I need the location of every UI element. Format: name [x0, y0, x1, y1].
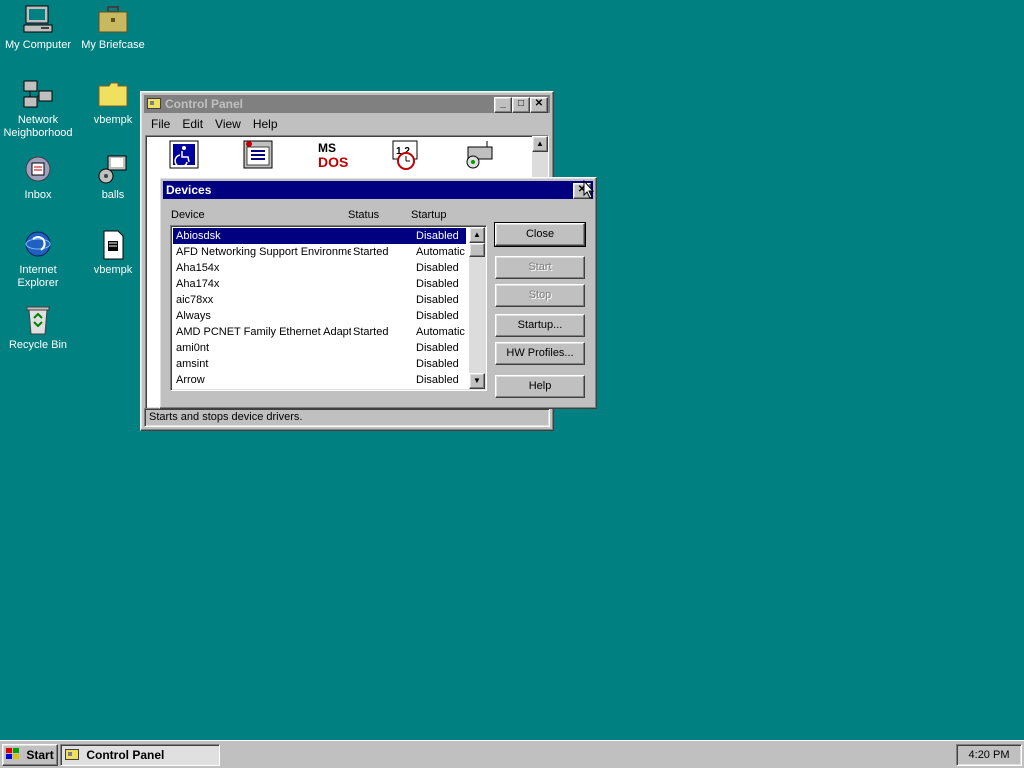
desktop-icon-my-computer[interactable]: My Computer	[0, 4, 76, 52]
list-item[interactable]: Aha154x Disabled	[173, 260, 466, 276]
startup-button[interactable]: Startup...	[495, 314, 585, 337]
list-item[interactable]: amsint Disabled	[173, 356, 466, 372]
menubar: File Edit View Help	[145, 115, 284, 133]
date-time-icon: 1 2	[389, 139, 423, 171]
desktop-icon-label: Recycle Bin	[8, 339, 68, 351]
help-button[interactable]: Help	[495, 375, 585, 398]
document-icon	[96, 229, 130, 261]
add-remove-icon	[241, 139, 275, 171]
desktop-icon-my-briefcase[interactable]: My Briefcase	[75, 4, 151, 52]
list-item[interactable]: ami0nt Disabled	[173, 340, 466, 356]
shortcut-icon	[96, 154, 130, 186]
devices-icon	[463, 139, 497, 171]
desktop-icon-label: Network Neighborhood	[3, 114, 73, 139]
stop-button[interactable]: Stop	[495, 284, 585, 307]
column-header-device[interactable]: Device	[171, 209, 205, 221]
start-button[interactable]: Start	[495, 256, 585, 279]
cp-item-accessibility[interactable]	[154, 139, 214, 171]
device-list[interactable]: Abiosdsk Disabled AFD Networking Support…	[170, 225, 487, 391]
list-item[interactable]: Arrow Disabled	[173, 372, 466, 388]
desktop-icon-label: Inbox	[24, 189, 52, 201]
desktop-icon-recycle-bin[interactable]: Recycle Bin	[0, 304, 76, 352]
control-panel-icon	[147, 97, 161, 112]
hw-profiles-button[interactable]: HW Profiles...	[495, 342, 585, 365]
network-icon	[21, 79, 55, 111]
maximize-button[interactable]: □	[512, 97, 530, 113]
scroll-up-button[interactable]: ▲	[469, 227, 485, 243]
taskbar-item-control-panel[interactable]: Control Panel	[60, 744, 220, 766]
accessibility-icon	[167, 139, 201, 171]
scroll-up-button[interactable]: ▲	[532, 136, 548, 152]
cp-item-add-remove[interactable]	[228, 139, 288, 171]
close-dialog-button[interactable]: Close	[494, 222, 586, 247]
msdos-console-icon: MS DOS	[315, 139, 349, 171]
column-header-status[interactable]: Status	[348, 209, 379, 221]
list-item[interactable]: Abiosdsk Disabled	[173, 228, 466, 244]
menu-edit[interactable]: Edit	[176, 115, 209, 133]
menu-file[interactable]: File	[145, 115, 176, 133]
scroll-thumb[interactable]	[469, 243, 485, 257]
svg-text:MS: MS	[318, 141, 336, 155]
menu-help[interactable]: Help	[247, 115, 284, 133]
system-tray-clock[interactable]: 4:20 PM	[956, 744, 1022, 766]
desktop: { "desktop": { "icons": [ {"label": "My …	[0, 0, 1024, 768]
minimize-button[interactable]: _	[494, 97, 512, 113]
close-button[interactable]: ✕	[530, 97, 548, 113]
control-panel-titlebar[interactable]: Control Panel _ □ ✕	[144, 95, 550, 113]
desktop-icon-inbox[interactable]: Inbox	[0, 154, 76, 202]
folder-icon	[96, 79, 130, 111]
taskbar: Start Control Panel 4:20 PM	[0, 740, 1024, 768]
desktop-icon-network-neighborhood[interactable]: Network Neighborhood	[0, 79, 76, 140]
internet-explorer-icon	[21, 229, 55, 261]
status-bar: Starts and stops device drivers.	[144, 408, 550, 427]
computer-icon	[21, 4, 55, 36]
list-item[interactable]: AMD PCNET Family Ethernet Adapte Started…	[173, 324, 466, 340]
cp-item-date-time[interactable]: 1 2	[376, 139, 436, 171]
cp-item-console[interactable]: MS DOS	[302, 139, 362, 171]
window-title: Control Panel	[165, 97, 244, 111]
recycle-bin-icon	[21, 304, 55, 336]
column-header-startup[interactable]: Startup	[411, 209, 446, 221]
list-item[interactable]: Always Disabled	[173, 308, 466, 324]
start-menu-button[interactable]: Start	[2, 744, 58, 766]
svg-text:DOS: DOS	[318, 154, 348, 170]
windows-logo-icon	[6, 746, 20, 766]
dialog-title: Devices	[166, 183, 212, 197]
devices-titlebar[interactable]: Devices ✕	[163, 181, 593, 199]
list-item[interactable]: AFD Networking Support Environmen Starte…	[173, 244, 466, 260]
list-item[interactable]: Aha174x Disabled	[173, 276, 466, 292]
list-item[interactable]: aic78xx Disabled	[173, 292, 466, 308]
scroll-down-button[interactable]: ▼	[469, 373, 485, 389]
inbox-icon	[21, 154, 55, 186]
control-panel-icon	[65, 746, 79, 766]
briefcase-icon	[96, 4, 130, 36]
device-list-scrollbar[interactable]: ▲ ▼	[469, 227, 485, 389]
desktop-icon-label: Internet Explorer	[17, 264, 59, 289]
start-label: Start	[26, 748, 54, 762]
desktop-icon-label: My Briefcase	[81, 39, 145, 51]
taskbar-item-label: Control Panel	[86, 748, 165, 762]
menu-view[interactable]: View	[209, 115, 247, 133]
cp-item-devices[interactable]	[450, 139, 510, 171]
mouse-cursor-icon	[583, 179, 595, 202]
desktop-icon-internet-explorer[interactable]: Internet Explorer	[0, 229, 76, 290]
desktop-icon-label: My Computer	[4, 39, 72, 51]
